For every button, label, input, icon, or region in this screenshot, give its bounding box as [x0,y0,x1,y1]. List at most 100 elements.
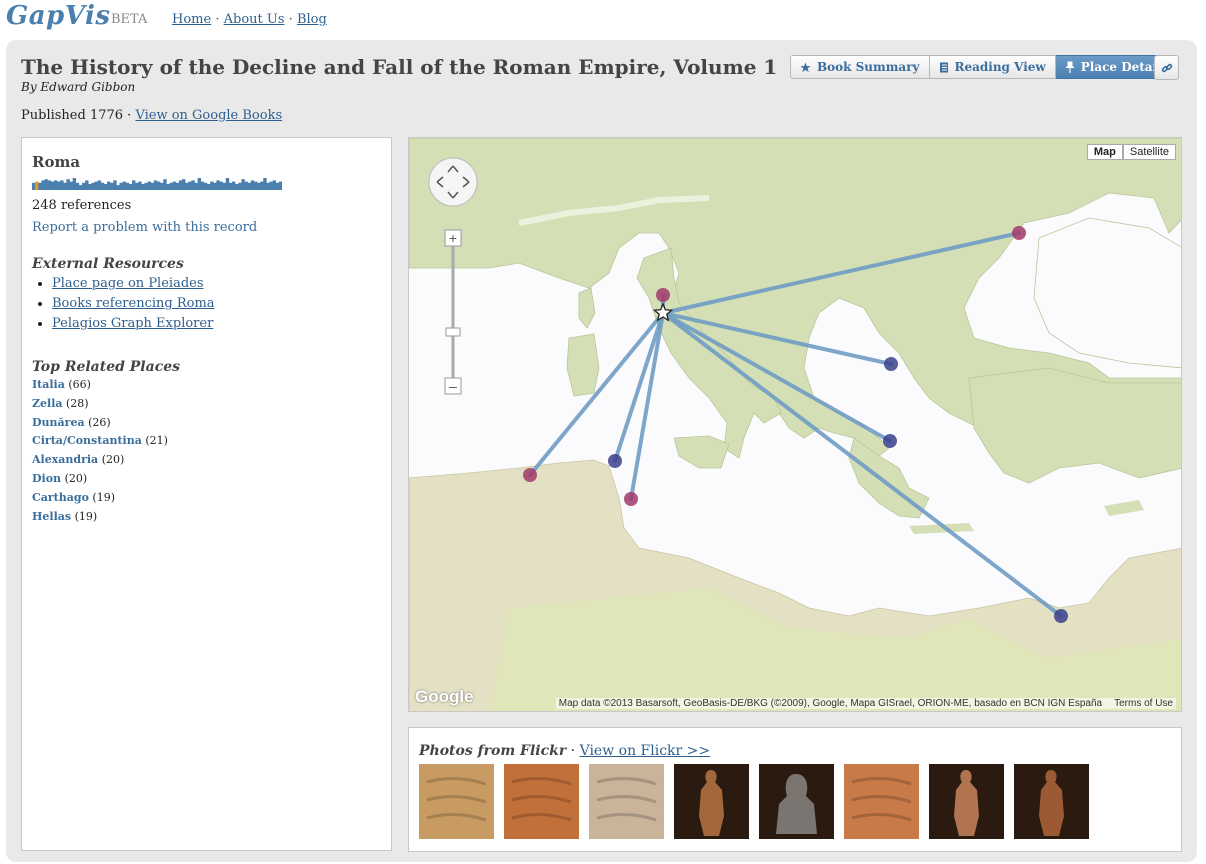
flickr-thumbnail[interactable] [589,764,664,839]
map-type-satellite-button[interactable]: Satellite [1122,144,1176,160]
flickr-thumbnail[interactable] [929,764,1004,839]
reference-bar[interactable] [247,182,252,190]
permalink-button[interactable] [1154,55,1179,80]
flickr-thumbnail[interactable] [1014,764,1089,839]
reference-bar[interactable] [38,182,42,190]
reference-bar[interactable] [91,182,95,190]
reference-bar[interactable] [172,181,177,190]
reference-bar[interactable] [225,178,230,190]
book-summary-button[interactable]: Book Summary [790,55,930,79]
nav-about-link[interactable]: About Us [224,12,285,27]
reference-bar[interactable] [150,182,155,190]
reference-bar[interactable] [272,180,277,190]
reference-bar[interactable] [185,182,189,190]
reference-bar[interactable] [153,180,158,190]
related-place-link[interactable]: Dunărea [32,416,85,429]
related-place-link[interactable]: Alexandria [32,453,98,466]
reference-bar[interactable] [216,180,220,190]
reference-bar[interactable] [53,180,58,190]
reference-bar[interactable] [160,182,164,190]
reference-bar[interactable] [228,182,233,190]
reference-bar[interactable] [232,181,236,190]
reference-bar[interactable] [222,182,227,190]
google-books-link[interactable]: View on Google Books [135,108,282,123]
reference-bar[interactable] [113,180,117,190]
view-on-flickr-link[interactable]: View on Flickr >> [580,743,711,759]
place-marker[interactable] [883,434,897,448]
reference-bar[interactable] [69,181,73,190]
flickr-thumbnail[interactable] [419,764,494,839]
flickr-thumbnail[interactable] [674,764,749,839]
reference-bar[interactable] [219,181,223,190]
flickr-thumbnail[interactable] [844,764,919,839]
reference-bar[interactable] [244,181,248,190]
related-place-link[interactable]: Cirta/Constantina [32,434,142,447]
reference-bar[interactable] [35,181,39,190]
reference-bar[interactable] [200,181,205,190]
reference-bar[interactable] [132,180,136,190]
reference-bar[interactable] [41,180,45,190]
reference-bar[interactable] [116,185,120,190]
reference-bar[interactable] [103,184,108,190]
related-place-link[interactable]: Zella [32,397,63,410]
pelagios-link[interactable]: Pelagios Graph Explorer [52,316,213,331]
reference-bar[interactable] [147,181,152,190]
reference-bar[interactable] [57,181,61,190]
reference-bar[interactable] [110,182,114,190]
reference-bar[interactable] [82,182,86,190]
nav-blog-link[interactable]: Blog [297,12,327,27]
reference-bar[interactable] [266,182,270,190]
reference-bar[interactable] [197,178,202,190]
place-marker[interactable] [884,357,898,371]
reference-frequency-bars[interactable] [32,178,282,190]
books-referencing-link[interactable]: Books referencing Roma [52,296,215,311]
reference-bar[interactable] [66,179,70,190]
reference-bar[interactable] [213,182,217,190]
reference-bar[interactable] [194,182,198,190]
reference-bar[interactable] [32,182,36,190]
reference-bar[interactable] [122,181,127,190]
nav-home-link[interactable]: Home [172,12,211,27]
map-canvas[interactable]: + – [409,138,1182,712]
reference-bar[interactable] [119,182,123,190]
reference-bar[interactable] [250,180,255,190]
reference-bar[interactable] [238,182,242,190]
reference-bar[interactable] [75,182,80,190]
terms-of-use-link[interactable]: Terms of Use [1114,698,1173,709]
reference-bar[interactable] [125,182,130,190]
reference-bar[interactable] [178,180,183,190]
reference-bar[interactable] [260,181,264,190]
reference-bar[interactable] [97,180,102,190]
reference-bar[interactable] [278,181,282,190]
reference-bar[interactable] [166,184,170,190]
place-marker[interactable] [1054,609,1068,623]
map-panel[interactable]: + – Map Satellite Google Map data ©2013 … [408,137,1182,712]
pleiades-link[interactable]: Place page on Pleiades [52,276,204,291]
reference-bar[interactable] [107,181,111,190]
reference-bar[interactable] [144,182,148,190]
reference-bar[interactable] [191,180,195,190]
reference-bar[interactable] [138,181,142,190]
reference-bar[interactable] [128,184,133,190]
reference-bar[interactable] [44,179,48,190]
reference-bar[interactable] [60,180,64,190]
flickr-thumbnail[interactable] [759,764,834,839]
reference-bar[interactable] [88,184,92,190]
reference-bar[interactable] [207,184,211,190]
reference-bar[interactable] [100,182,105,190]
reference-bar[interactable] [63,182,67,190]
reference-bar[interactable] [257,182,261,190]
place-marker[interactable] [1012,226,1026,240]
reference-bar[interactable] [50,181,55,190]
place-marker[interactable] [523,468,537,482]
pan-control[interactable] [428,157,478,207]
reference-bar[interactable] [235,184,239,190]
reference-bar[interactable] [175,182,180,190]
reference-bar[interactable] [135,182,139,190]
reference-bar[interactable] [188,181,192,190]
place-marker[interactable] [624,492,638,506]
reference-bar[interactable] [141,184,145,190]
reference-bar[interactable] [182,179,186,190]
related-place-link[interactable]: Hellas [32,510,71,523]
reference-bar[interactable] [94,181,98,190]
